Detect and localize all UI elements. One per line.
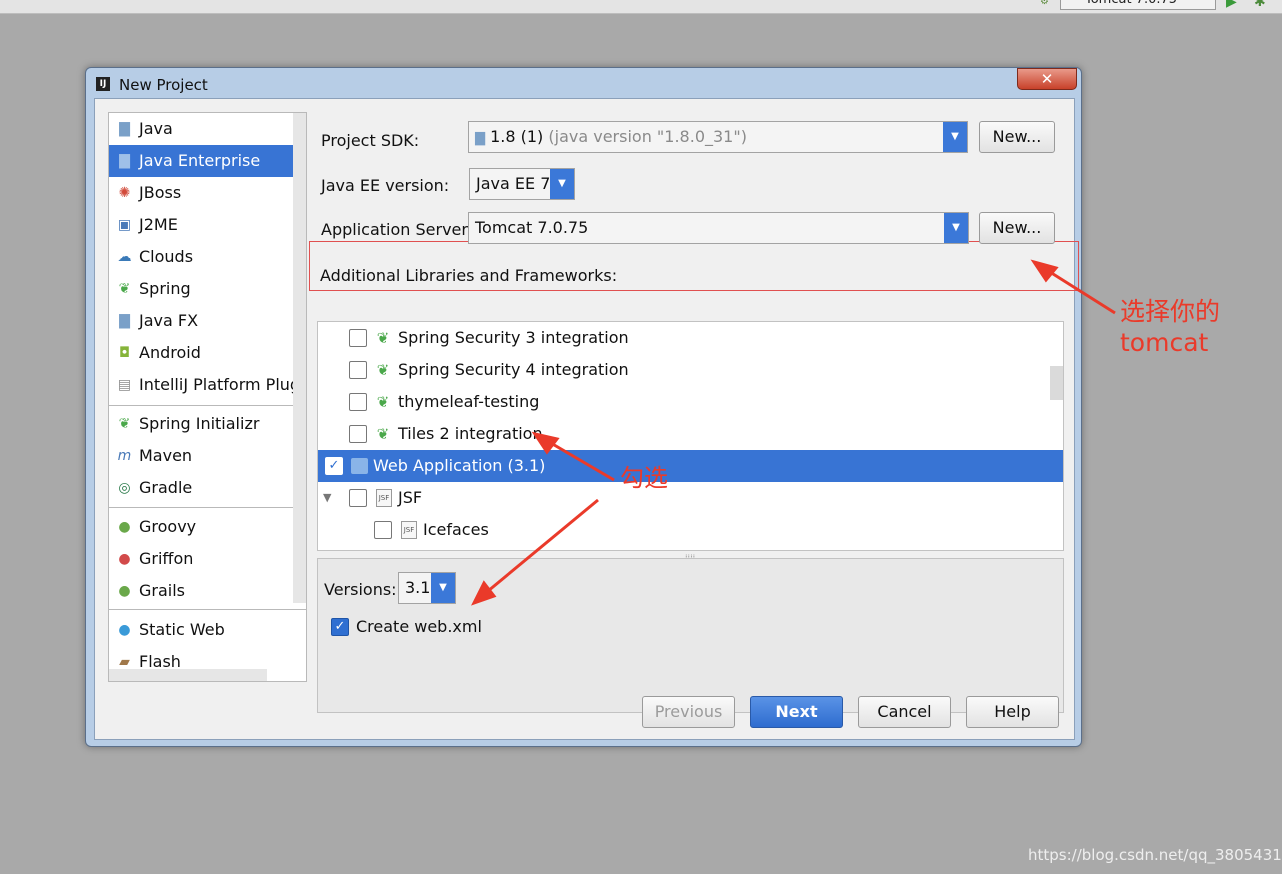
annotation-line: 选择你的 <box>1120 297 1221 326</box>
arrowhead <box>471 580 497 606</box>
arrow-to-web-application <box>543 437 615 482</box>
watermark: https://blog.csdn.net/qq_38054319 <box>1028 846 1282 864</box>
annotation-arrows <box>471 259 1116 606</box>
annotation-line: tomcat <box>1120 328 1209 357</box>
annotation-check: 勾选 <box>620 464 668 492</box>
arrowhead <box>1030 259 1059 283</box>
annotation-select-tomcat: 选择你的 tomcat <box>1120 296 1220 358</box>
arrowhead <box>531 431 560 455</box>
arrow-to-create-webxml <box>481 498 599 598</box>
